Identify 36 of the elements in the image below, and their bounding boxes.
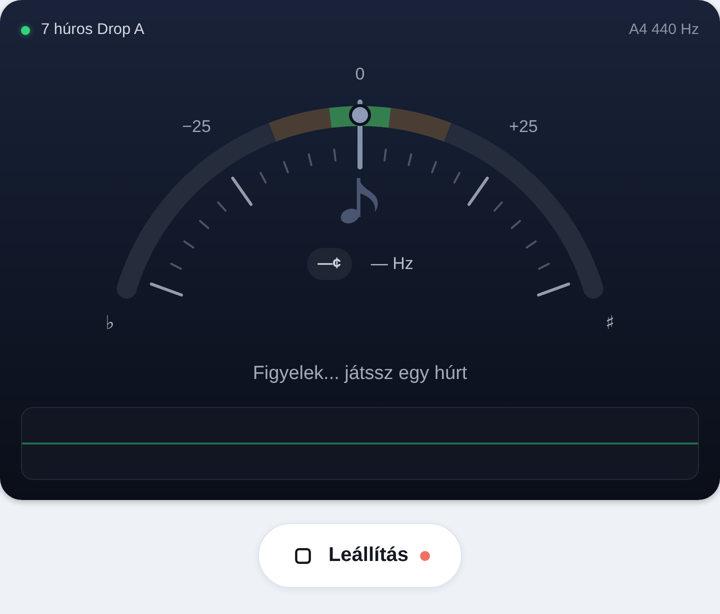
tick-mark <box>538 262 550 270</box>
tick-mark <box>150 282 183 297</box>
status-message: Figyelek... játssz egy húrt <box>252 362 468 386</box>
near-pitch-zone <box>269 108 332 142</box>
scale-label: 0 <box>355 64 365 84</box>
flat-symbol: ♭ <box>106 312 114 334</box>
tick-mark <box>259 172 267 184</box>
scale-label: −25 <box>182 117 211 136</box>
scale-label: +25 <box>509 117 538 136</box>
tick-mark <box>408 153 412 166</box>
tick-mark <box>308 153 312 166</box>
stop-icon <box>295 548 312 564</box>
reference-pitch: A4 440 Hz <box>628 20 699 40</box>
tick-mark <box>333 148 336 162</box>
frequency-readout: — Hz <box>370 253 414 275</box>
tick-mark <box>283 161 289 174</box>
near-pitch-zone <box>388 108 451 142</box>
tick-mark <box>467 176 489 206</box>
tick-mark <box>199 220 210 230</box>
music-note-icon <box>340 178 378 224</box>
tick-mark <box>170 262 182 270</box>
tick-mark <box>183 240 194 249</box>
tick-mark <box>384 148 387 162</box>
tick-mark <box>494 201 503 212</box>
tick-mark <box>231 176 253 206</box>
tuning-name: 7 húros Drop A <box>41 20 144 40</box>
cents-readout: —¢ <box>306 248 352 280</box>
stop-button[interactable]: Leállítás <box>258 523 462 588</box>
tick-mark <box>510 220 521 230</box>
tick-mark <box>537 282 570 297</box>
tick-mark <box>453 172 461 184</box>
in-tune-zone <box>329 106 391 128</box>
sharp-symbol: ♯ <box>605 312 615 334</box>
tick-mark <box>526 240 537 249</box>
tick-mark <box>217 201 226 212</box>
tick-mark <box>431 161 437 174</box>
